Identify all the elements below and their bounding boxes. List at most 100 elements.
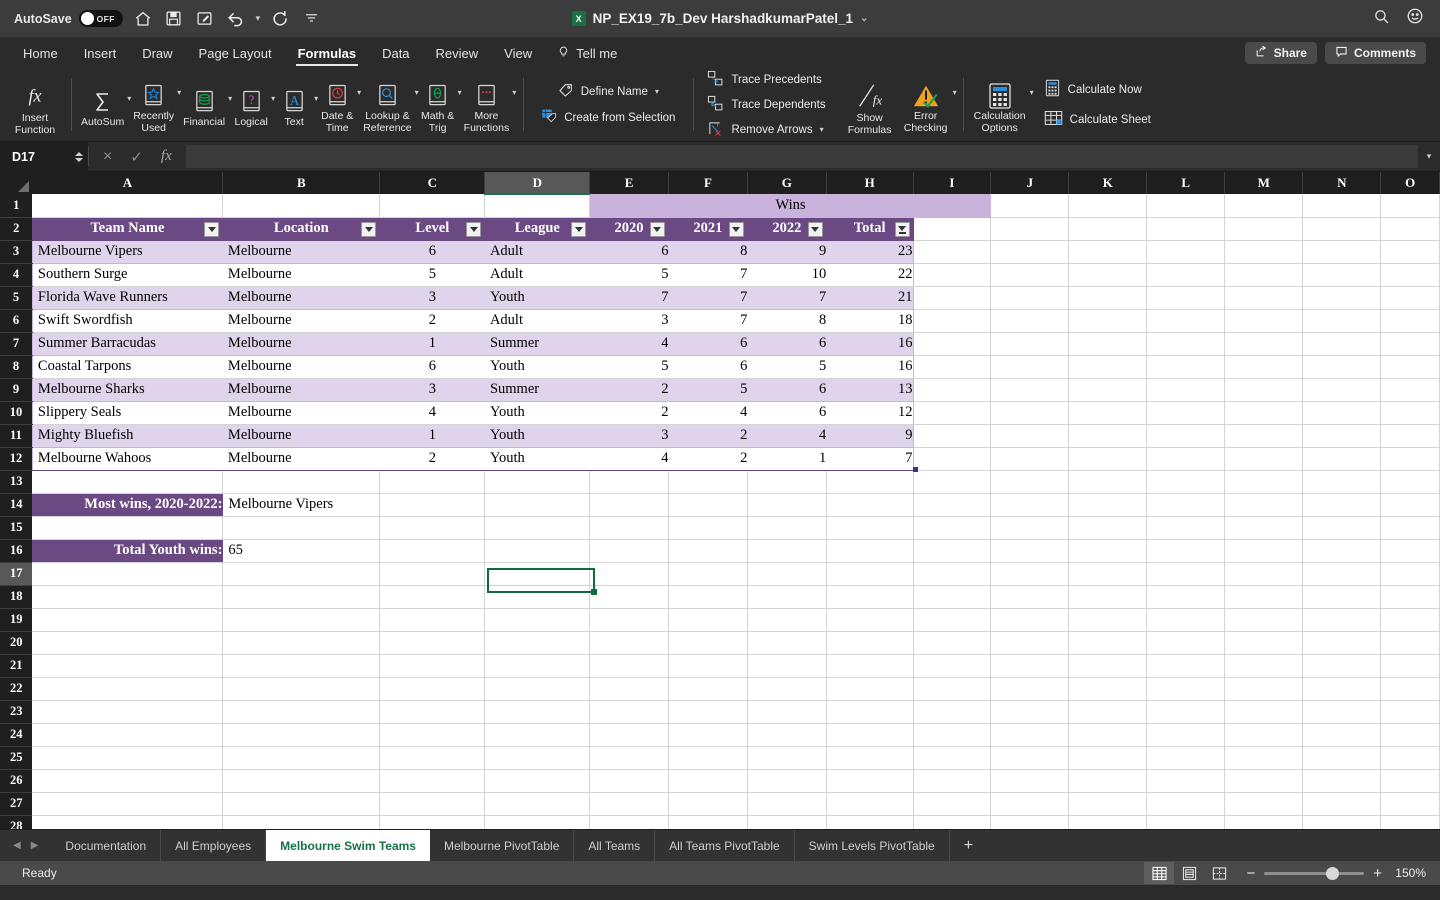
- tab-insert[interactable]: Insert: [71, 38, 130, 68]
- table-header-level[interactable]: Level: [379, 217, 486, 241]
- cell-empty-row9-0[interactable]: [913, 378, 992, 402]
- cell-league-row10[interactable]: Youth: [484, 401, 590, 425]
- cell-empty-row18-9[interactable]: [990, 585, 1070, 609]
- sheet-tab-melbourne-pivottable[interactable]: Melbourne PivotTable: [430, 830, 575, 861]
- cell-level-row8[interactable]: 6: [379, 355, 485, 379]
- cell-empty-row18-14[interactable]: [1380, 585, 1440, 609]
- autosave-toggle[interactable]: AutoSave OFF: [14, 10, 123, 27]
- column-header-O[interactable]: O: [1380, 172, 1440, 194]
- cell-empty-row24-7[interactable]: [826, 723, 914, 747]
- tab-home[interactable]: Home: [10, 38, 71, 68]
- cell-empty-row16-8[interactable]: [1068, 539, 1148, 563]
- cell-level-row9[interactable]: 3: [379, 378, 485, 402]
- cell-empty-row22-8[interactable]: [913, 677, 992, 701]
- cell-empty-row19-13[interactable]: [1302, 608, 1382, 632]
- cell-empty-row13-3[interactable]: [484, 470, 591, 494]
- customize-qat-icon[interactable]: [300, 8, 322, 30]
- cell-empty-row15-10[interactable]: [1068, 516, 1148, 540]
- cell-empty-row19-7[interactable]: [826, 608, 914, 632]
- cell-empty-row7-6[interactable]: [1380, 332, 1440, 356]
- row-header-6[interactable]: 6: [0, 309, 33, 333]
- cell-empty-row12-4[interactable]: [1224, 447, 1304, 471]
- cell-empty-row15-0[interactable]: [32, 516, 224, 540]
- cell-B1[interactable]: [222, 194, 381, 218]
- filter-button-level[interactable]: [466, 221, 482, 237]
- cell-league-row11[interactable]: Youth: [484, 424, 590, 448]
- cell-empty-row10-1[interactable]: [990, 401, 1070, 425]
- cell-empty-row26-4[interactable]: [589, 769, 669, 793]
- cell-empty-row25-12[interactable]: [1224, 746, 1304, 770]
- cell-empty-row21-6[interactable]: [747, 654, 827, 678]
- remove-arrows-chevron-down-icon[interactable]: ▾: [820, 125, 824, 134]
- cell-empty-row22-3[interactable]: [484, 677, 591, 701]
- table-header-total[interactable]: Total: [826, 217, 914, 241]
- cell-empty-row25-5[interactable]: [668, 746, 748, 770]
- summary-label-row14[interactable]: Most wins, 2020-2022:: [32, 493, 224, 517]
- column-header-I[interactable]: I: [913, 172, 992, 194]
- cell-empty-row20-11[interactable]: [1146, 631, 1226, 655]
- cell-empty-row13-9[interactable]: [990, 470, 1070, 494]
- cell-total-row9[interactable]: 13: [826, 378, 914, 402]
- cell-O1[interactable]: [1380, 194, 1440, 218]
- row-header-16[interactable]: 16: [0, 539, 33, 563]
- cell-empty-row17-1[interactable]: [222, 562, 381, 586]
- cell-empty-row13-11[interactable]: [1146, 470, 1226, 494]
- cell-2020-row3[interactable]: 6: [589, 240, 669, 264]
- cell-empty-row26-13[interactable]: [1302, 769, 1382, 793]
- cell-2020-row10[interactable]: 2: [589, 401, 669, 425]
- cell-empty-row24-5[interactable]: [668, 723, 748, 747]
- cell-empty-row20-7[interactable]: [826, 631, 914, 655]
- cell-empty-row14-12[interactable]: [1380, 493, 1440, 517]
- summary-label-row16[interactable]: Total Youth wins:: [32, 539, 224, 563]
- cell-empty-row16-11[interactable]: [1302, 539, 1382, 563]
- cell-empty-row24-14[interactable]: [1380, 723, 1440, 747]
- cell-empty-row19-0[interactable]: [32, 608, 224, 632]
- cell-empty-row20-0[interactable]: [32, 631, 224, 655]
- row-header-12[interactable]: 12: [0, 447, 33, 471]
- cell-level-row5[interactable]: 3: [379, 286, 485, 310]
- cell-total-row12[interactable]: 7: [826, 447, 914, 471]
- cell-empty-row16-0[interactable]: [379, 539, 486, 563]
- cell-team-name-row12[interactable]: Melbourne Wahoos: [31, 447, 223, 471]
- filter-button-total[interactable]: [894, 221, 910, 237]
- row-header-8[interactable]: 8: [0, 355, 33, 379]
- name-box-spinner[interactable]: [70, 142, 88, 171]
- cell-empty-row10-3[interactable]: [1146, 401, 1226, 425]
- cell-empty-row14-4[interactable]: [747, 493, 827, 517]
- cell-2022-row5[interactable]: 7: [747, 286, 827, 310]
- cell-empty-row23-8[interactable]: [913, 700, 992, 724]
- cell-empty-row17-5[interactable]: [668, 562, 748, 586]
- cell-empty-row20-2[interactable]: [379, 631, 486, 655]
- cell-empty-row15-4[interactable]: [589, 516, 669, 540]
- cell-empty-row13-12[interactable]: [1224, 470, 1304, 494]
- cell-empty-row25-2[interactable]: [379, 746, 486, 770]
- cell-empty-row13-5[interactable]: [668, 470, 748, 494]
- cell-empty-row15-7[interactable]: [826, 516, 914, 540]
- cell-location-row8[interactable]: Melbourne: [222, 355, 380, 379]
- remove-arrows-button[interactable]: Remove Arrows ▾: [707, 119, 825, 141]
- date-time-button[interactable]: Date & Time ▾: [318, 75, 361, 134]
- cell-empty-row4-6[interactable]: [1380, 263, 1440, 287]
- error-checking-chevron-down-icon[interactable]: ▾: [953, 88, 957, 97]
- cell-2021-row12[interactable]: 2: [668, 447, 748, 471]
- cell-empty-row15-12[interactable]: [1224, 516, 1304, 540]
- cell-2021-row11[interactable]: 2: [668, 424, 748, 448]
- cell-empty-row15-2[interactable]: [379, 516, 486, 540]
- cell-empty-row11-6[interactable]: [1380, 424, 1440, 448]
- filter-button-team-name[interactable]: [204, 221, 220, 237]
- cell-D1[interactable]: [484, 194, 591, 218]
- cell-empty-row26-8[interactable]: [913, 769, 992, 793]
- calculate-sheet-button[interactable]: Calculate Sheet: [1044, 109, 1151, 131]
- spreadsheet-grid[interactable]: A B C D E F G H I J K L M N O 1 Wins 2 T…: [0, 172, 1440, 829]
- cell-empty-row21-3[interactable]: [484, 654, 591, 678]
- cell-empty-row15-3[interactable]: [484, 516, 591, 540]
- cell-empty-row23-14[interactable]: [1380, 700, 1440, 724]
- row-header-22[interactable]: 22: [0, 677, 33, 701]
- cell-J1[interactable]: [990, 194, 1070, 218]
- row-header-17[interactable]: 17: [0, 562, 33, 586]
- cell-empty-row17-11[interactable]: [1146, 562, 1226, 586]
- cell-empty-row26-10[interactable]: [1068, 769, 1148, 793]
- normal-view-icon[interactable]: [1144, 862, 1175, 884]
- cell-empty-row18-10[interactable]: [1068, 585, 1148, 609]
- cell-empty-row26-9[interactable]: [990, 769, 1070, 793]
